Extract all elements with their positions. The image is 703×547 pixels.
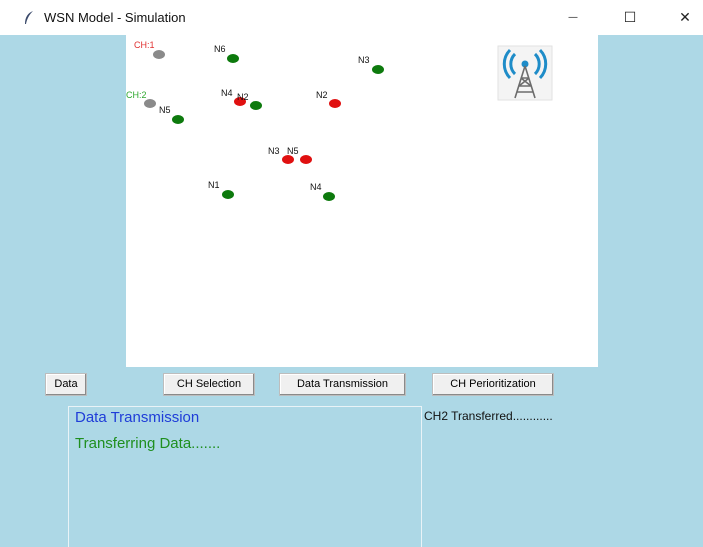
cell-tower-icon [497,45,553,101]
node-dot-n2[interactable] [329,99,341,108]
log-line: Transferring Data....... [75,435,221,452]
node-dot-ch1[interactable] [153,50,165,59]
title-bar: WSN Model - Simulation — ☐ ✕ [0,0,703,35]
close-button[interactable]: ✕ [675,8,695,28]
node-label-n4: N4 [221,88,233,98]
node-label-n3-red: N3 [268,146,280,156]
node-label-n3: N3 [358,55,370,65]
ch-selection-button[interactable]: CH Selection [163,373,255,396]
node-label-n2: N2 [316,90,328,100]
minimize-button[interactable]: — [563,8,583,28]
node-dot-n5-red[interactable] [300,155,312,164]
node-dot-n4-green[interactable] [323,192,335,201]
node-dot-n3[interactable] [372,65,384,74]
status-text: CH2 Transferred............ [424,409,553,423]
node-label-n1: N1 [208,180,220,190]
maximize-button[interactable]: ☐ [620,8,640,28]
node-dot-n3-red[interactable] [282,155,294,164]
node-label-n5-red: N5 [287,146,299,156]
node-label-n4-green: N4 [310,182,322,192]
data-transmission-button[interactable]: Data Transmission [279,373,406,396]
node-dot-n5[interactable] [172,115,184,124]
log-title: Data Transmission [75,409,200,426]
node-dot-n1[interactable] [222,190,234,199]
feather-icon [25,11,33,24]
node-label-n2-green: N2 [237,92,249,102]
node-dot-n2-green[interactable] [250,101,262,110]
node-label-n6: N6 [214,44,226,54]
window-title: WSN Model - Simulation [44,10,186,25]
node-label-ch1: CH:1 [134,40,155,50]
data-button[interactable]: Data [45,373,87,396]
log-panel: Data Transmission Transferring Data.....… [68,406,422,547]
node-label-n5: N5 [159,105,171,115]
node-dot-n6[interactable] [227,54,239,63]
node-dot-ch2[interactable] [144,99,156,108]
node-label-ch2: CH:2 [126,90,147,100]
ch-prioritization-button[interactable]: CH Perioritization [432,373,554,396]
